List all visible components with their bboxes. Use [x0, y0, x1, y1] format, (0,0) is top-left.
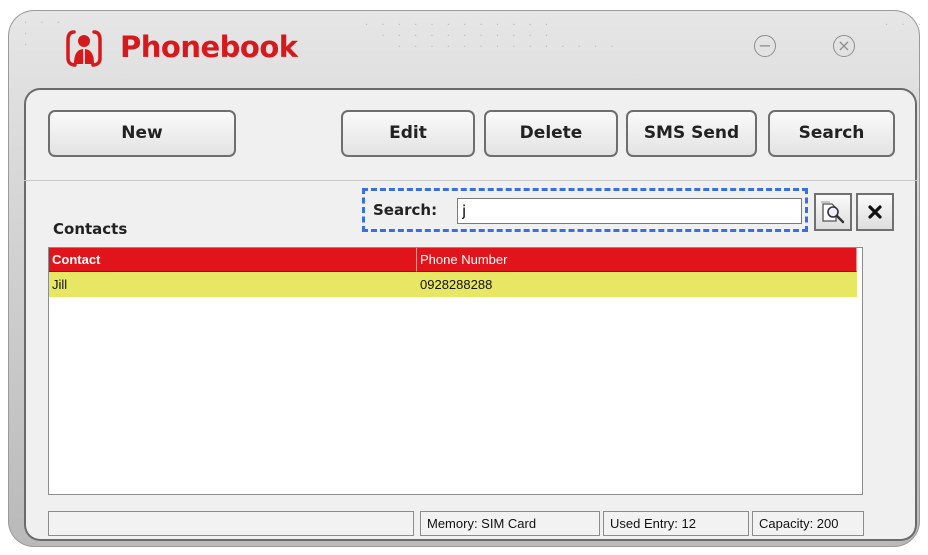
toolbar-divider — [24, 180, 917, 181]
phone-number-cell: 0928288288 — [420, 277, 493, 292]
edit-button[interactable]: Edit — [341, 110, 475, 157]
app-title: Phonebook — [120, 30, 298, 64]
contacts-label: Contacts — [53, 220, 128, 238]
delete-button[interactable]: Delete — [484, 110, 618, 157]
status-capacity: Capacity: 200 — [752, 511, 864, 536]
close-button[interactable]: × — [833, 35, 855, 57]
minimize-button[interactable]: − — [754, 35, 776, 57]
find-button[interactable] — [814, 193, 852, 231]
search-button[interactable]: Search — [768, 110, 895, 157]
magnifier-document-icon — [821, 201, 845, 224]
minimize-circle-icon: − — [758, 36, 772, 55]
status-memory: Memory: SIM Card — [420, 511, 600, 536]
table-row[interactable]: Jill 0928288288 — [49, 272, 857, 297]
person-in-frame-icon — [66, 30, 102, 67]
search-input[interactable] — [457, 198, 802, 224]
column-header-contact[interactable]: Contact — [49, 248, 417, 272]
new-button[interactable]: New — [48, 110, 236, 157]
decorative-dots-left: · · · · · — [24, 18, 65, 51]
close-x-icon — [868, 205, 882, 219]
sms-send-button[interactable]: SMS Send — [626, 110, 757, 157]
column-header-phone[interactable]: Phone Number — [417, 248, 857, 272]
contact-name-cell: Jill — [52, 277, 68, 292]
status-used-entry: Used Entry: 12 — [603, 511, 749, 536]
decorative-dots-top: · · · · · · · · · · · · · · · · · · · · … — [365, 20, 619, 53]
decorative-dots-right: · · · — [885, 20, 926, 31]
contacts-list[interactable]: Contact Phone Number Jill 0928288288 — [48, 247, 863, 495]
list-header: Contact Phone Number — [49, 248, 857, 272]
status-left — [48, 511, 414, 536]
close-circle-icon: × — [837, 36, 851, 55]
clear-search-button[interactable] — [856, 193, 894, 231]
search-label: Search: — [373, 201, 438, 219]
